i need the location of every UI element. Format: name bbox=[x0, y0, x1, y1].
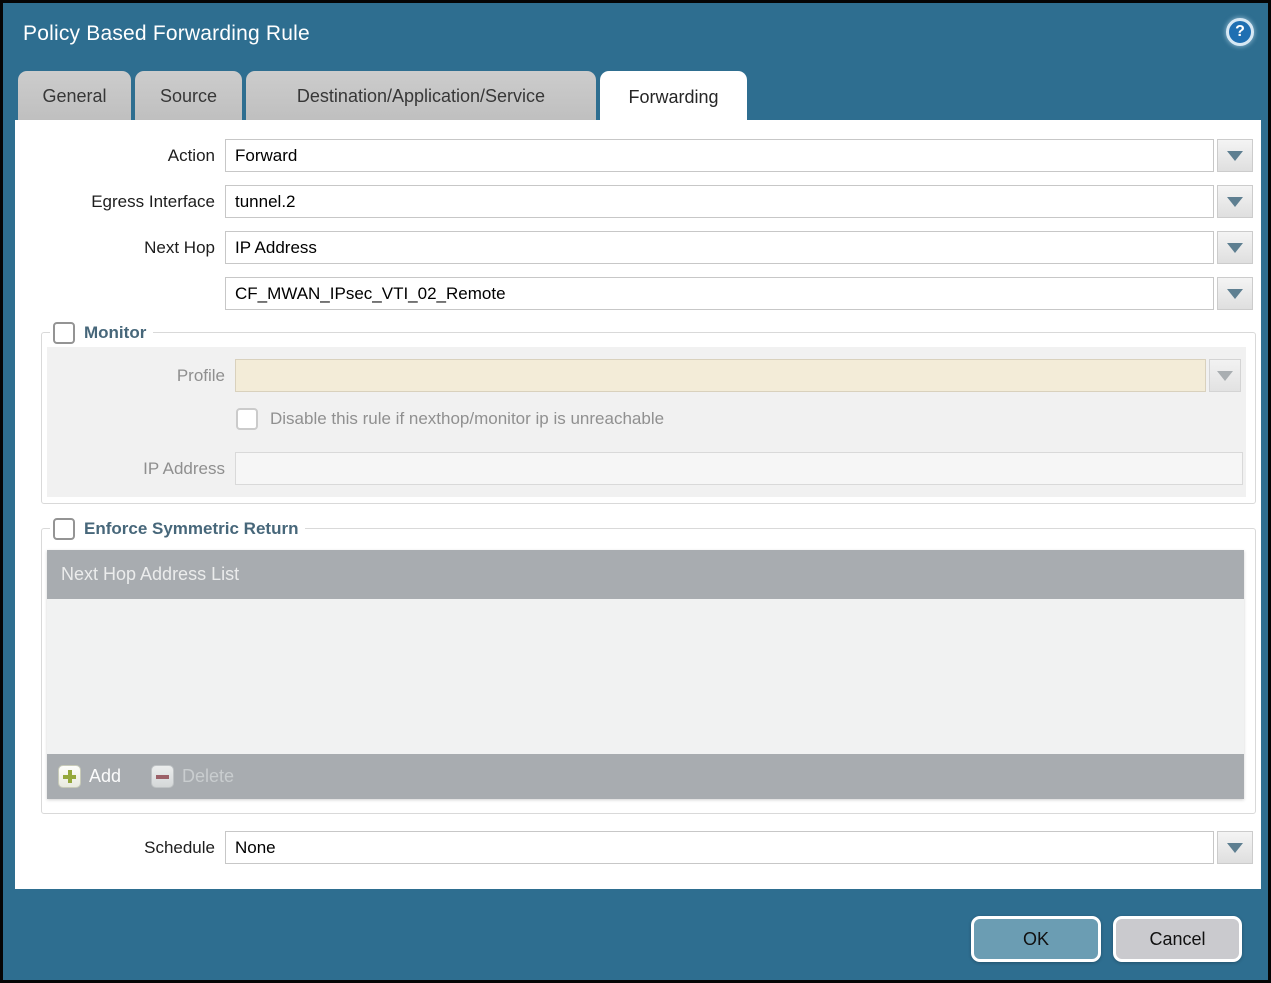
profile-dropdown-button bbox=[1209, 359, 1241, 392]
next-hop-address-combobox[interactable] bbox=[225, 277, 1214, 310]
plus-icon bbox=[58, 765, 81, 788]
monitor-panel: Profile Disable this rule if nexthop/mon… bbox=[47, 347, 1246, 497]
next-hop-address-list-toolbar: Add Delete bbox=[47, 754, 1244, 799]
tab-forwarding[interactable]: Forwarding bbox=[600, 71, 747, 123]
forwarding-tab-panel: Action Egress Interface Next Hop bbox=[15, 120, 1261, 889]
next-hop-address-dropdown-button[interactable] bbox=[1217, 277, 1253, 310]
help-glyph: ? bbox=[1235, 23, 1245, 41]
enforce-symmetric-return-fieldset: Enforce Symmetric Return Next Hop Addres… bbox=[41, 528, 1256, 814]
egress-interface-label: Egress Interface bbox=[15, 192, 215, 212]
profile-combobox bbox=[235, 359, 1206, 392]
chevron-down-icon bbox=[1227, 151, 1243, 161]
schedule-combobox[interactable] bbox=[225, 831, 1214, 864]
add-button[interactable]: Add bbox=[58, 765, 121, 788]
next-hop-label: Next Hop bbox=[15, 238, 215, 258]
monitor-profile-row: Profile bbox=[47, 359, 1241, 392]
chevron-down-icon bbox=[1217, 371, 1233, 381]
minus-icon bbox=[151, 765, 174, 788]
ip-address-label: IP Address bbox=[47, 459, 225, 479]
chevron-down-icon bbox=[1227, 243, 1243, 253]
action-combobox[interactable] bbox=[225, 139, 1214, 172]
schedule-row: Schedule bbox=[15, 831, 1255, 864]
chevron-down-icon bbox=[1227, 197, 1243, 207]
enforce-symmetric-return-legend: Enforce Symmetric Return bbox=[50, 516, 305, 542]
action-label: Action bbox=[15, 146, 215, 166]
next-hop-address-list-body bbox=[47, 599, 1244, 754]
next-hop-address-list-header-label: Next Hop Address List bbox=[61, 564, 239, 585]
action-dropdown-button[interactable] bbox=[1217, 139, 1253, 172]
next-hop-type-combobox[interactable] bbox=[225, 231, 1214, 264]
tab-general[interactable]: General bbox=[18, 71, 131, 121]
tab-source[interactable]: Source bbox=[135, 71, 242, 121]
schedule-label: Schedule bbox=[15, 838, 215, 858]
chevron-down-icon bbox=[1227, 289, 1243, 299]
next-hop-row: Next Hop bbox=[15, 231, 1255, 264]
monitor-legend: Monitor bbox=[50, 320, 153, 346]
pbf-rule-dialog: Policy Based Forwarding Rule ? General S… bbox=[0, 0, 1271, 983]
schedule-dropdown-button[interactable] bbox=[1217, 831, 1253, 864]
egress-interface-row: Egress Interface bbox=[15, 185, 1255, 218]
next-hop-address-row bbox=[15, 277, 1255, 310]
add-button-label: Add bbox=[89, 766, 121, 787]
tab-destination-application-service[interactable]: Destination/Application/Service bbox=[246, 71, 596, 121]
tab-bar: General Source Destination/Application/S… bbox=[18, 71, 747, 121]
action-row: Action bbox=[15, 139, 1255, 172]
monitor-ip-address-input bbox=[235, 452, 1243, 485]
disable-rule-label: Disable this rule if nexthop/monitor ip … bbox=[270, 409, 664, 429]
monitor-fieldset: Monitor Profile Disable this rule if nex… bbox=[41, 332, 1256, 504]
profile-label: Profile bbox=[47, 366, 225, 386]
egress-interface-combobox[interactable] bbox=[225, 185, 1214, 218]
help-icon[interactable]: ? bbox=[1226, 18, 1254, 46]
monitor-checkbox[interactable] bbox=[53, 322, 75, 344]
chevron-down-icon bbox=[1227, 843, 1243, 853]
next-hop-address-list-table: Next Hop Address List Add Delete bbox=[47, 550, 1244, 799]
ok-button[interactable]: OK bbox=[971, 916, 1101, 962]
egress-interface-dropdown-button[interactable] bbox=[1217, 185, 1253, 218]
delete-button-label: Delete bbox=[182, 766, 234, 787]
delete-button: Delete bbox=[151, 765, 234, 788]
enforce-symmetric-return-legend-label: Enforce Symmetric Return bbox=[84, 519, 298, 539]
enforce-symmetric-return-checkbox[interactable] bbox=[53, 518, 75, 540]
dialog-title: Policy Based Forwarding Rule bbox=[23, 22, 310, 46]
monitor-legend-label: Monitor bbox=[84, 323, 146, 343]
disable-rule-row: Disable this rule if nexthop/monitor ip … bbox=[236, 408, 664, 430]
next-hop-address-list-header: Next Hop Address List bbox=[47, 550, 1244, 599]
next-hop-type-dropdown-button[interactable] bbox=[1217, 231, 1253, 264]
monitor-ip-address-row: IP Address bbox=[47, 452, 1243, 485]
disable-rule-checkbox bbox=[236, 408, 258, 430]
cancel-button[interactable]: Cancel bbox=[1113, 916, 1242, 962]
